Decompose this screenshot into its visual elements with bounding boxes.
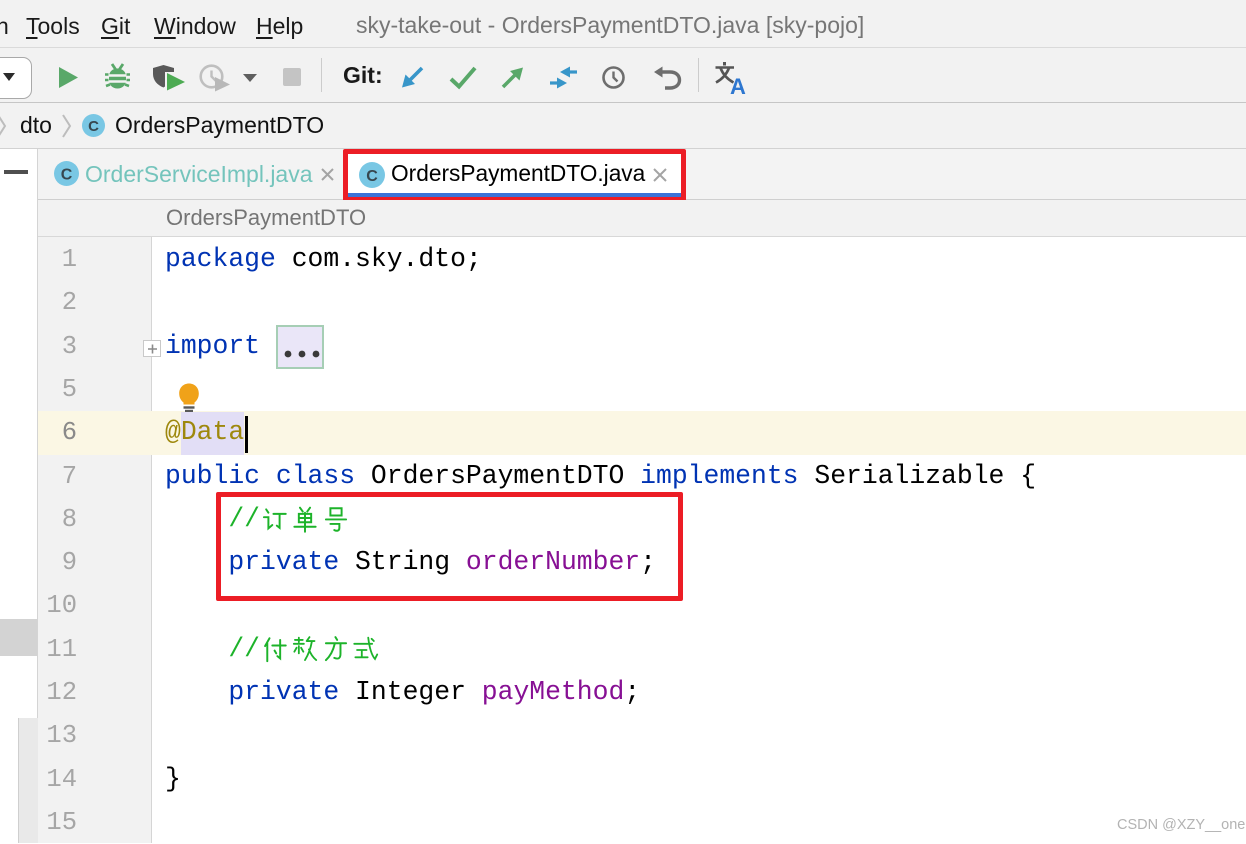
svg-text:C: C [88, 118, 99, 135]
svg-text:C: C [61, 167, 73, 184]
svg-text:C: C [366, 168, 378, 185]
svg-text:A: A [730, 74, 746, 96]
